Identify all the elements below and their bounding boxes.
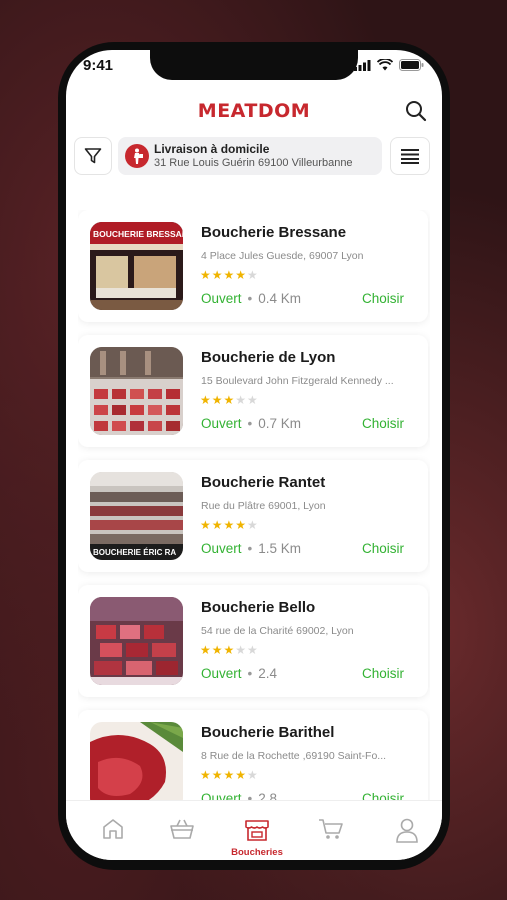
butcher-address: 4 Place Jules Guesde, 69007 Lyon bbox=[201, 250, 364, 262]
open-status: Ouvert bbox=[201, 291, 242, 306]
open-status: Ouvert bbox=[201, 416, 242, 431]
butcher-photo: BOUCHERIE ÉRIC RA bbox=[90, 472, 183, 560]
search-icon[interactable] bbox=[404, 99, 428, 123]
butcher-name: Boucherie Bressane bbox=[201, 224, 347, 241]
choose-button[interactable]: Choisir bbox=[362, 291, 404, 306]
butcher-photo bbox=[90, 597, 183, 685]
delivery-person-icon bbox=[125, 144, 149, 168]
shop-sign: BOUCHERIE ÉRIC RA bbox=[93, 548, 176, 557]
butcher-card[interactable]: BOUCHERIE ÉRIC RA Boucherie Rantet Rue d… bbox=[78, 460, 428, 572]
butcher-card[interactable]: Boucherie Barithel 8 Rue de la Rochette … bbox=[78, 710, 428, 800]
toolbar: Livraison à domicile 31 Rue Louis Guérin… bbox=[74, 137, 430, 177]
butcher-address: 15 Boulevard John Fitzgerald Kennedy ... bbox=[201, 375, 394, 387]
shop-icon bbox=[245, 820, 269, 841]
tab-butchers-label: Boucheries bbox=[231, 847, 283, 858]
butcher-name: Boucherie Barithel bbox=[201, 724, 335, 741]
butcher-photo: BOUCHERIE BRESSANE bbox=[90, 222, 183, 310]
butcher-card[interactable]: Boucherie de Lyon 15 Boulevard John Fitz… bbox=[78, 335, 428, 447]
app-logo: MEATDOM bbox=[197, 100, 311, 122]
status-time: 9:41 bbox=[83, 57, 114, 74]
open-status: Ouvert bbox=[201, 791, 242, 800]
battery-icon bbox=[399, 59, 424, 71]
filter-icon bbox=[84, 148, 102, 164]
butcher-list: BOUCHERIE BRESSANE Boucherie Bressane 4 … bbox=[78, 210, 430, 800]
rating-stars: ★★★★★ bbox=[200, 643, 259, 657]
butcher-meta: Ouvert • 0.7 Km bbox=[201, 416, 302, 431]
choose-button[interactable]: Choisir bbox=[362, 541, 404, 556]
delivery-selector[interactable]: Livraison à domicile 31 Rue Louis Guérin… bbox=[118, 137, 382, 175]
delivery-title: Livraison à domicile bbox=[154, 142, 270, 156]
distance: 0.4 Km bbox=[258, 291, 302, 306]
rating-stars: ★★★★★ bbox=[200, 393, 259, 407]
butcher-meta: Ouvert • 2.4 bbox=[201, 666, 278, 681]
butcher-meta: Ouvert • 0.4 Km bbox=[201, 291, 302, 306]
distance: 1.5 Km bbox=[258, 541, 302, 556]
user-icon bbox=[396, 818, 418, 843]
open-status: Ouvert bbox=[201, 666, 242, 681]
distance: 2.4 bbox=[258, 666, 278, 681]
distance: 2.8 bbox=[258, 791, 278, 800]
butcher-address: 54 rue de la Charité 69002, Lyon bbox=[201, 625, 354, 637]
distance: 0.7 Km bbox=[258, 416, 302, 431]
list-menu-icon bbox=[401, 149, 419, 164]
app-header: MEATDOM bbox=[66, 90, 442, 130]
tab-butchers[interactable]: Boucheries bbox=[231, 817, 283, 858]
filter-button[interactable] bbox=[74, 137, 112, 175]
status-icons bbox=[354, 59, 424, 71]
butcher-photo bbox=[90, 347, 183, 435]
butcher-name: Boucherie de Lyon bbox=[201, 349, 336, 366]
butcher-card[interactable]: Boucherie Bello 54 rue de la Charité 690… bbox=[78, 585, 428, 697]
phone-notch bbox=[150, 50, 358, 80]
butcher-name: Boucherie Rantet bbox=[201, 474, 326, 491]
shop-sign: BOUCHERIE BRESSANE bbox=[93, 229, 183, 239]
delivery-address: 31 Rue Louis Guérin 69100 Villeurbanne bbox=[154, 157, 353, 169]
butcher-meta: Ouvert • 1.5 Km bbox=[201, 541, 302, 556]
open-status: Ouvert bbox=[201, 541, 242, 556]
choose-button[interactable]: Choisir bbox=[362, 416, 404, 431]
cart-icon bbox=[319, 819, 343, 839]
rating-stars: ★★★★★ bbox=[200, 268, 259, 282]
home-icon bbox=[103, 819, 123, 839]
wifi-icon bbox=[377, 59, 393, 71]
rating-stars: ★★★★★ bbox=[200, 768, 259, 782]
choose-button[interactable]: Choisir bbox=[362, 666, 404, 681]
butcher-photo bbox=[90, 722, 183, 800]
menu-button[interactable] bbox=[390, 137, 430, 175]
app-screen: 9:41 MEATDOM Livraison à domicile 31 Rue… bbox=[66, 50, 442, 860]
rating-stars: ★★★★★ bbox=[200, 518, 259, 532]
butcher-name: Boucherie Bello bbox=[201, 599, 316, 616]
tab-cart[interactable] bbox=[316, 817, 346, 857]
butcher-address: 8 Rue de la Rochette ,69190 Saint-Fo... bbox=[201, 750, 387, 762]
butcher-address: Rue du Plâtre 69001, Lyon bbox=[201, 500, 326, 512]
butcher-meta: Ouvert • 2.8 bbox=[201, 791, 277, 800]
tab-home[interactable] bbox=[98, 817, 128, 857]
bottom-tab-bar: Boucheries bbox=[66, 800, 442, 860]
choose-button[interactable]: Choisir bbox=[362, 791, 404, 800]
butcher-card[interactable]: BOUCHERIE BRESSANE Boucherie Bressane 4 … bbox=[78, 210, 428, 322]
tab-basket[interactable] bbox=[167, 817, 197, 857]
tab-profile[interactable] bbox=[392, 817, 422, 857]
basket-icon bbox=[170, 819, 194, 839]
